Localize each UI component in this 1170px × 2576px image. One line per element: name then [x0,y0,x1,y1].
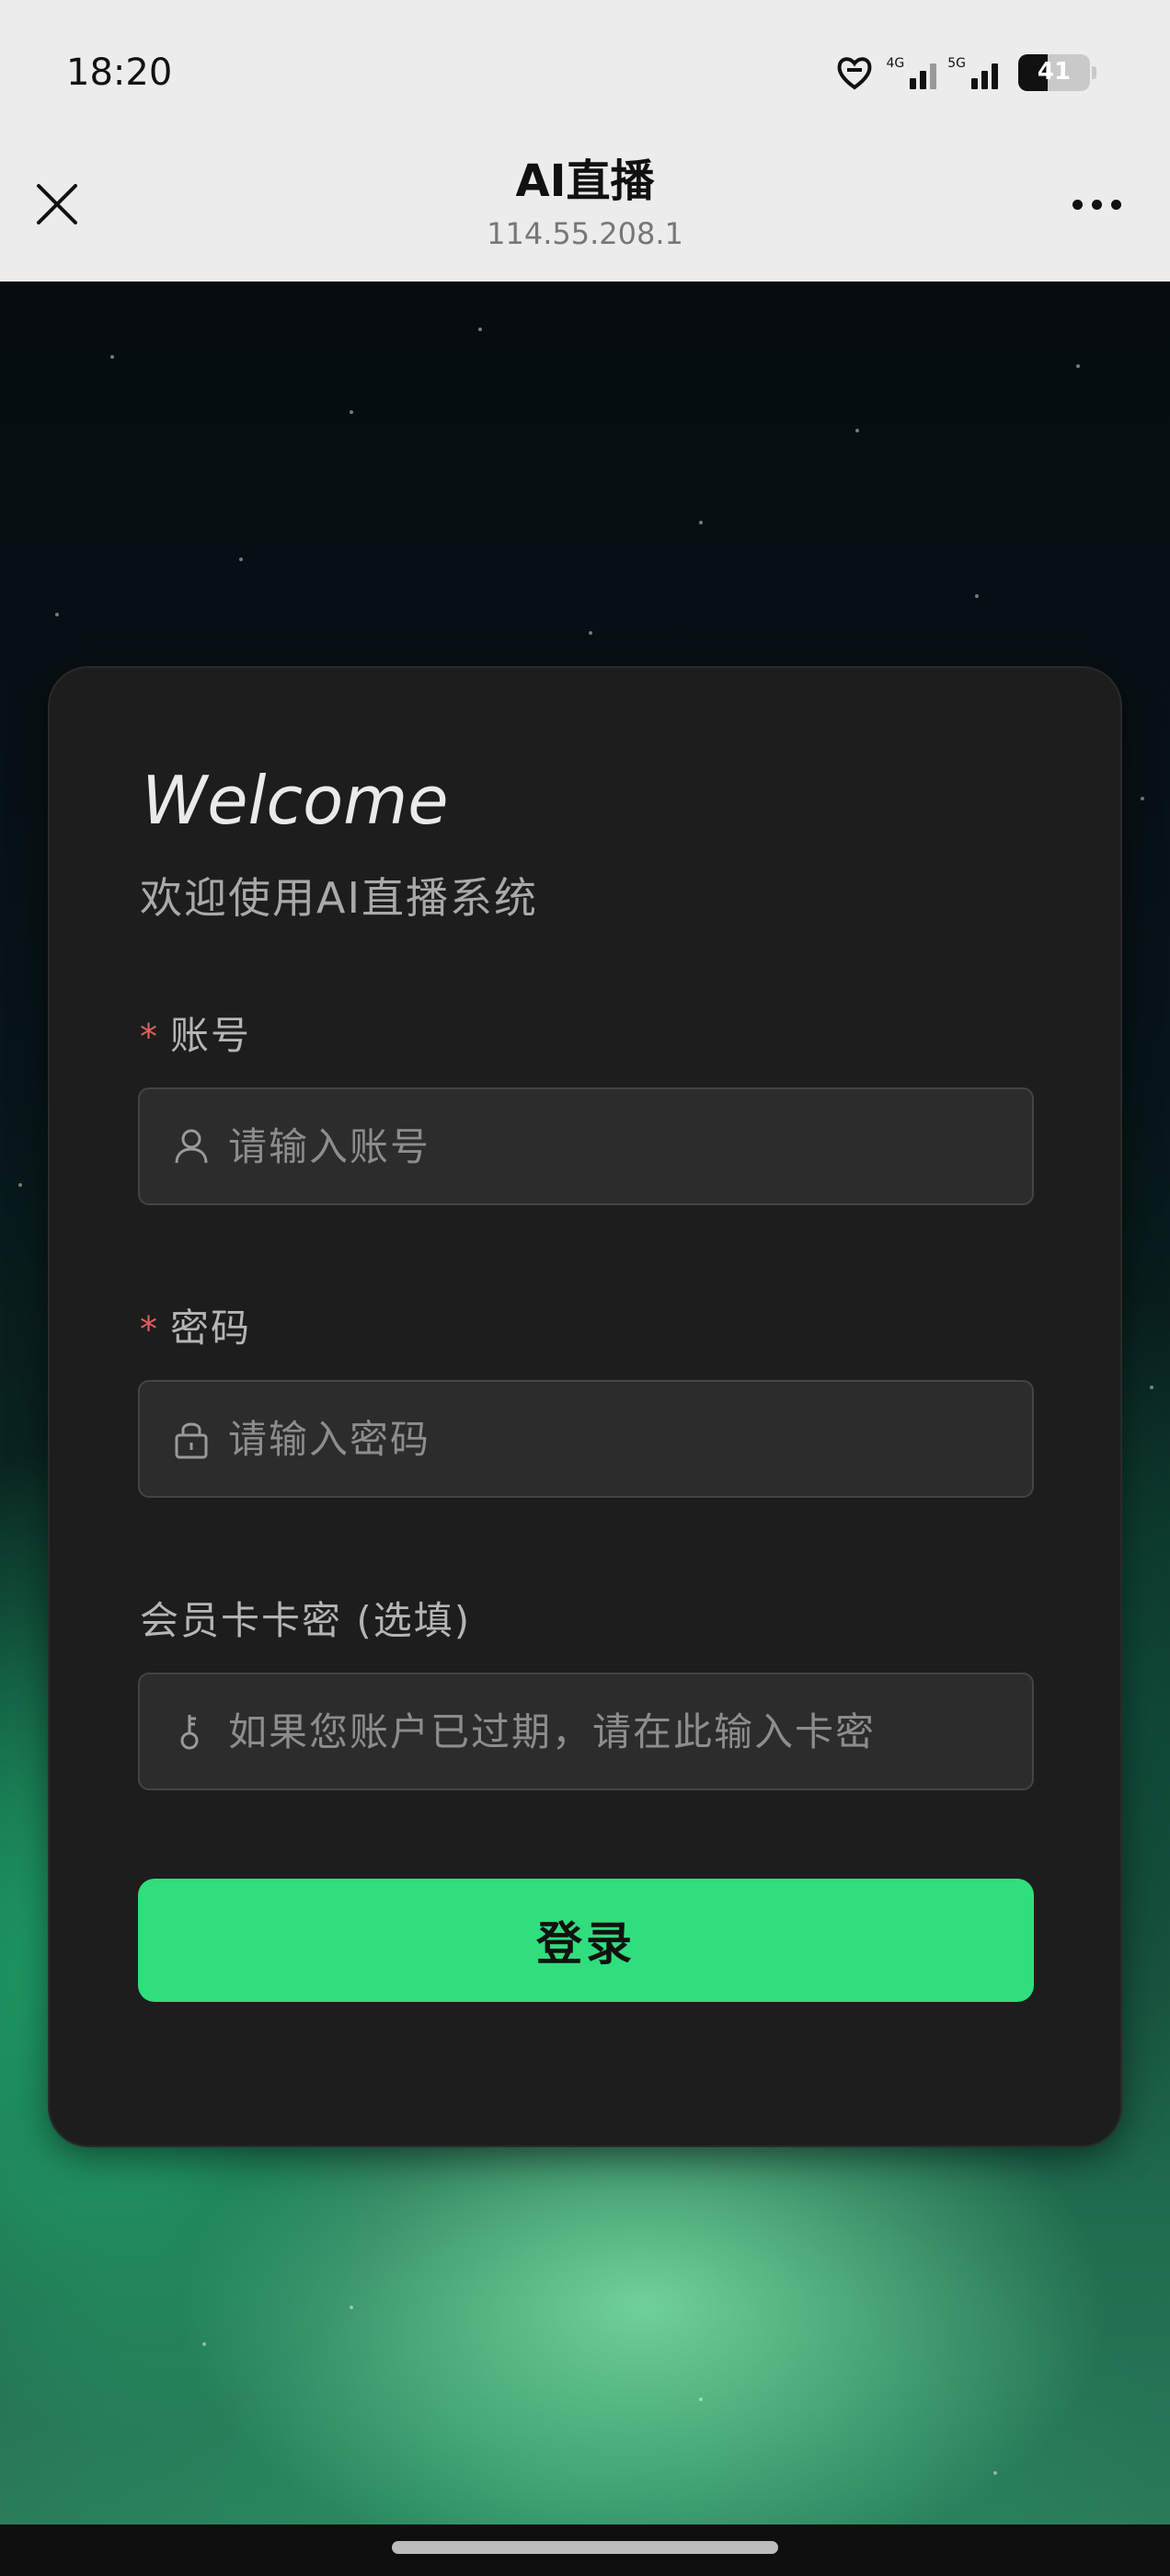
status-icons: 4G 5G 41 [834,50,1096,96]
cellular-signal-2: 5G [947,56,998,89]
signal-type-label: 4G [886,56,905,71]
battery-icon: 41 [1018,54,1090,91]
title-bar: AI直播 114.55.208.1 [0,147,1170,282]
password-input[interactable] [228,1382,1019,1496]
cellular-signal-1: 4G [886,56,937,89]
lock-icon [175,1422,208,1459]
signal-type-label: 5G [947,56,966,71]
account-label: 账号 [170,1013,252,1058]
navigation-bar [0,2524,1170,2576]
more-icon-dot [1110,199,1121,210]
battery-tip [1092,66,1096,79]
more-icon [1072,199,1083,210]
account-input[interactable] [228,1089,1019,1203]
card-key-field[interactable] [138,1673,1034,1790]
password-label-row: * 密码 [140,1297,251,1353]
heart-signal-icon [838,57,872,90]
user-icon [175,1129,208,1164]
welcome-subtitle: 欢迎使用AI直播系统 [140,873,539,923]
login-button[interactable]: 登录 [138,1879,1034,2002]
home-indicator[interactable] [392,2541,778,2554]
password-field[interactable] [138,1380,1034,1498]
page-title: AI直播 [515,155,655,207]
account-label-row: * 账号 [140,1005,251,1061]
required-mark: * [140,1017,159,1057]
card-key-label: 会员卡卡密 (选填) [140,1598,472,1643]
login-card: Welcome 欢迎使用AI直播系统 * 账号 * 密码 会员卡卡密 (选填) 登录 [48,666,1122,2147]
account-field[interactable] [138,1087,1034,1205]
battery-level: 41 [1037,58,1072,86]
welcome-heading: Welcome [142,762,449,839]
page-url: 114.55.208.1 [487,216,683,251]
more-icon-dot [1091,199,1102,210]
more-button[interactable] [1060,175,1133,234]
required-mark: * [140,1309,159,1350]
card-key-input[interactable] [228,1674,1019,1788]
key-icon [180,1715,199,1750]
password-label: 密码 [170,1305,252,1351]
title-wrap: AI直播 114.55.208.1 [0,149,1170,252]
status-time: 18:20 [66,52,173,94]
status-bar: 18:20 4G 5G 41 [0,0,1170,147]
